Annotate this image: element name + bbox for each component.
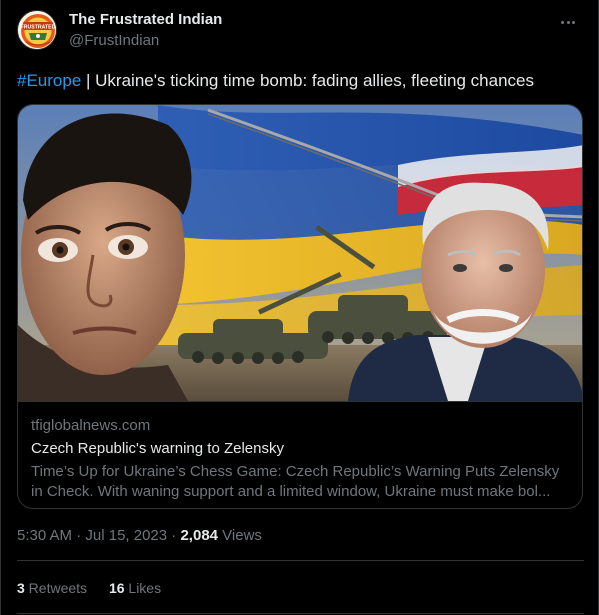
card-body: tfiglobalnews.com Czech Republic's warni… [18, 401, 582, 508]
tweet-header: FRUSTRATED The Frustrated Indian @FrustI… [17, 10, 584, 54]
retweets-label: Retweets [24, 580, 88, 596]
more-dot-icon [560, 20, 564, 24]
card-title: Czech Republic's warning to Zelensky [31, 440, 284, 457]
hashtag-link[interactable]: #Europe [17, 71, 81, 90]
views-label: Views [218, 527, 262, 544]
card-domain: tfiglobalnews.com [31, 417, 151, 434]
more-dot-icon [566, 20, 570, 24]
avatar[interactable]: FRUSTRATED [17, 10, 57, 50]
tweet-body: | Ukraine's ticking time bomb: fading al… [81, 71, 534, 90]
meta-separator: · [72, 527, 86, 544]
tweet-meta: 5:30 AM · Jul 15, 2023 · 2,084 Views [17, 527, 262, 544]
retweets-stat[interactable]: 3 Retweets [17, 580, 87, 596]
avatar-logo-text: FRUSTRATED [21, 24, 56, 30]
author-handle[interactable]: @FrustIndian [69, 32, 159, 49]
more-options-button[interactable] [556, 10, 580, 34]
card-thumbnail-image [18, 105, 582, 401]
author-name[interactable]: The Frustrated Indian [69, 11, 222, 28]
tweet-container: FRUSTRATED The Frustrated Indian @FrustI… [0, 0, 599, 615]
views-count: 2,084 [180, 527, 219, 544]
retweets-count: 3 [17, 580, 25, 596]
link-card[interactable]: tfiglobalnews.com Czech Republic's warni… [17, 104, 583, 509]
likes-label: Likes [124, 580, 162, 596]
likes-stat[interactable]: 16 Likes [109, 580, 161, 596]
tweet-time[interactable]: 5:30 AM [17, 527, 72, 544]
meta-separator: · [167, 527, 181, 544]
card-description: Time’s Up for Ukraine’s Chess Game: Czec… [31, 463, 560, 500]
divider [17, 560, 584, 561]
frustrated-indian-logo: FRUSTRATED [18, 11, 56, 49]
tweet-date[interactable]: Jul 15, 2023 [85, 527, 167, 544]
engagement-stats: 3 Retweets 16 Likes [17, 580, 179, 596]
more-dot-icon [572, 20, 576, 24]
likes-count: 16 [108, 580, 125, 596]
tweet-text: #Europe | Ukraine's ticking time bomb: f… [17, 70, 584, 92]
divider [17, 613, 584, 614]
card-image [18, 105, 582, 401]
